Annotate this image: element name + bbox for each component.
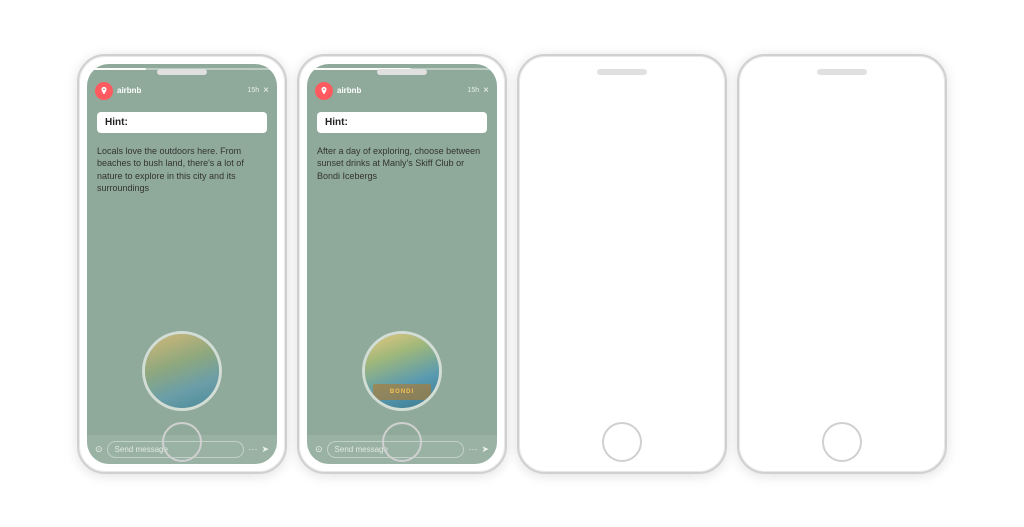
close-icon-1[interactable]: ×	[263, 85, 269, 96]
send-icon-1[interactable]: ➤	[261, 444, 269, 455]
send-message-2[interactable]: Send message	[327, 441, 465, 458]
time-1: 15h	[247, 87, 259, 94]
circle-image-1	[97, 331, 267, 411]
hint-text-1: Locals love the outdoors here. From beac…	[97, 145, 267, 195]
phones-container: airbnb 15h × Hint: Locals love the outdo…	[57, 34, 967, 494]
close-icon-2[interactable]: ×	[483, 85, 489, 96]
dots-icon-2[interactable]: ···	[468, 444, 477, 454]
phone-2: airbnb 15h × Hint: After a day of explor…	[297, 54, 507, 474]
username-1: airbnb	[117, 86, 244, 95]
send-icon-2[interactable]: ➤	[481, 444, 489, 455]
hint-box-2: Hint:	[317, 112, 487, 133]
airbnb-logo-2	[315, 82, 333, 100]
footer-1: ⊙ Send message ··· ➤	[87, 435, 277, 464]
phone-4: airbnb 15h × We're in 📍 SYDNEY, AUSTRALI…	[737, 54, 947, 474]
circle-image-2: BONDI	[317, 331, 487, 411]
footer-2: ⊙ Send message ··· ➤	[307, 435, 497, 464]
camera-icon-2[interactable]: ⊙	[315, 444, 323, 455]
airbnb-logo-1	[95, 82, 113, 100]
hint-label-2: Hint:	[325, 117, 479, 128]
camera-icon-1[interactable]: ⊙	[95, 444, 103, 455]
time-2: 15h	[467, 87, 479, 94]
hint-text-2: After a day of exploring, choose between…	[317, 145, 487, 183]
send-message-1[interactable]: Send message	[107, 441, 245, 458]
phone-1: airbnb 15h × Hint: Locals love the outdo…	[77, 54, 287, 474]
hint-label-1: Hint:	[105, 117, 259, 128]
phone-3: airbnb 15h × Can you guess? AUCKLAND SYD…	[517, 54, 727, 474]
dots-icon-1[interactable]: ···	[248, 444, 257, 454]
hint-box-1: Hint:	[97, 112, 267, 133]
username-2: airbnb	[337, 86, 464, 95]
